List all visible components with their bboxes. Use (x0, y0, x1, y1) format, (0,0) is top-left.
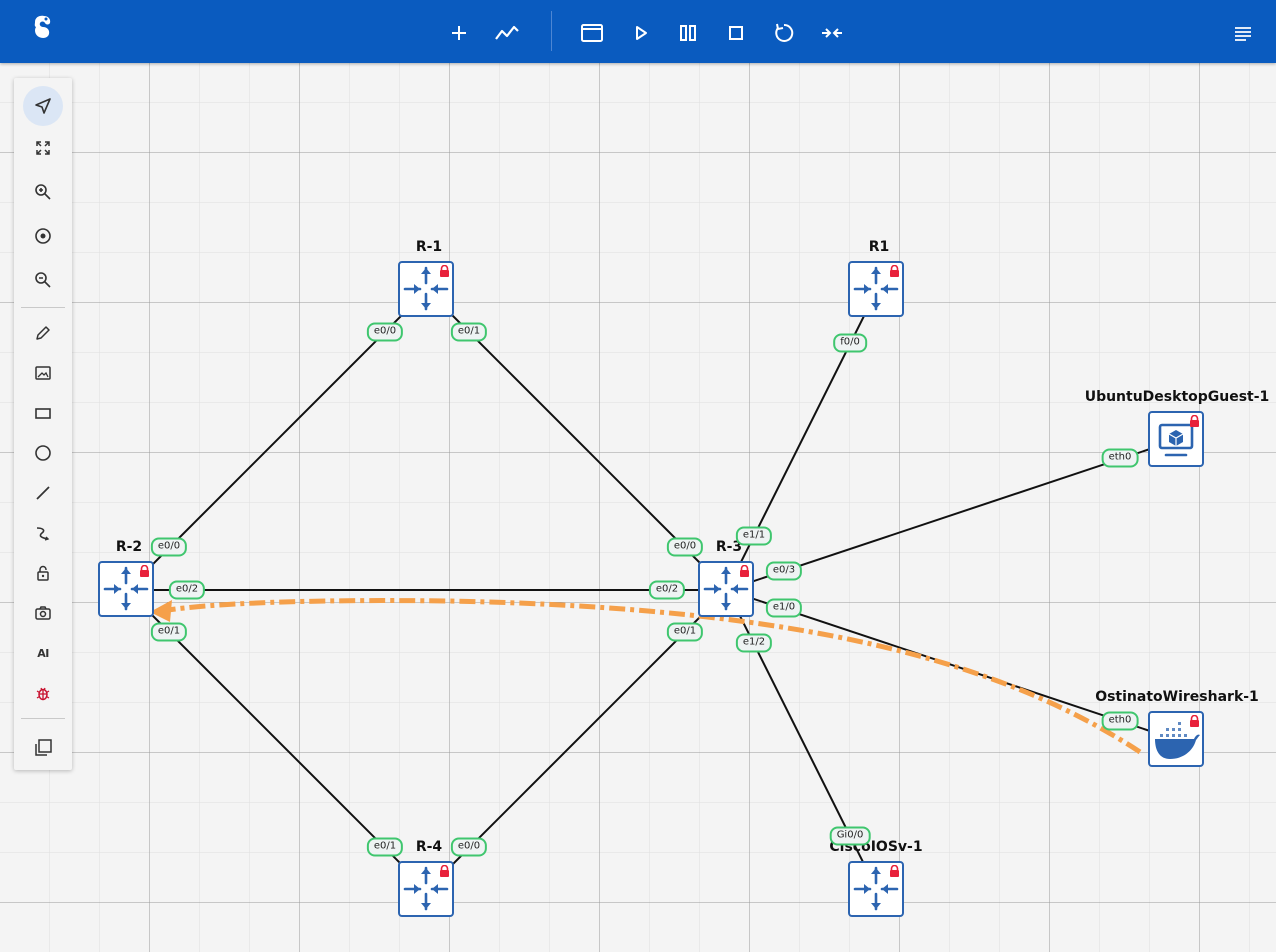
curve-tool-button[interactable] (23, 513, 63, 553)
port-label[interactable]: e0/2 (648, 580, 686, 600)
fit-screen-icon (36, 141, 50, 155)
center-view-button[interactable] (23, 216, 63, 256)
menu-button[interactable] (1225, 14, 1261, 52)
port-label[interactable]: eth0 (1101, 448, 1139, 468)
draw-icon (36, 326, 50, 340)
reload-button[interactable] (766, 14, 802, 52)
reload-icon (775, 23, 794, 42)
zoom-in-button[interactable] (23, 172, 63, 212)
vm-node[interactable] (1148, 411, 1204, 467)
router-node[interactable] (398, 861, 454, 917)
collapse-button[interactable] (814, 14, 850, 52)
line-tool-button[interactable] (23, 473, 63, 513)
select-icon (35, 98, 51, 114)
ellipse-tool-button[interactable] (23, 433, 63, 473)
sidebar-divider (21, 718, 65, 719)
screenshot-icon (35, 606, 51, 620)
node-label: OstinatoWireshark-1 (1095, 689, 1259, 705)
menu-icon (1235, 27, 1251, 41)
lock-icon (440, 865, 449, 877)
port-label[interactable]: e0/3 (765, 561, 803, 581)
port-label[interactable]: e1/2 (735, 633, 773, 653)
ai-assistant-button[interactable]: AI (23, 633, 63, 673)
curve-icon (36, 527, 50, 541)
console-icon (581, 24, 603, 42)
node-label: R-4 (415, 839, 443, 855)
lock-icon (740, 565, 749, 577)
add-node-button[interactable] (441, 14, 477, 52)
port-label[interactable]: eth0 (1101, 711, 1139, 731)
zoom-in-icon (35, 184, 51, 200)
center-icon (35, 228, 51, 244)
show-links-icon (495, 25, 519, 40)
layers-button[interactable] (23, 728, 63, 768)
lock-icon (37, 565, 49, 581)
rectangle-icon (35, 408, 51, 419)
start-button[interactable] (623, 14, 659, 52)
node-label: UbuntuDesktopGuest-1 (1084, 389, 1270, 405)
fit-screen-button[interactable] (23, 128, 63, 168)
lock-icon (140, 565, 149, 577)
lock-all-button[interactable] (23, 553, 63, 593)
zoom-out-icon (35, 272, 51, 288)
node-label: R1 (868, 239, 890, 255)
debug-icon (36, 687, 50, 701)
rectangle-tool-button[interactable] (23, 393, 63, 433)
port-label[interactable]: f0/0 (833, 333, 867, 353)
docker-node[interactable] (1148, 711, 1204, 767)
lock-icon (890, 865, 899, 877)
router-node[interactable] (848, 861, 904, 917)
lock-icon (1190, 715, 1199, 727)
sidebar-divider (21, 307, 65, 308)
router-node[interactable] (698, 561, 754, 617)
suspend-button[interactable] (670, 14, 706, 52)
show-links-button[interactable] (489, 14, 525, 52)
router-node[interactable] (848, 261, 904, 317)
collapse-icon (822, 28, 842, 38)
logo-icon[interactable] (24, 8, 60, 46)
ai-icon: AI (37, 646, 49, 660)
node-label: R-1 (415, 239, 443, 255)
port-label[interactable]: e0/1 (666, 622, 704, 642)
port-label[interactable]: e1/0 (765, 598, 803, 618)
zoom-out-button[interactable] (23, 260, 63, 300)
select-tool-button[interactable] (23, 86, 63, 126)
port-label[interactable]: e0/1 (366, 837, 404, 857)
top-toolbar (0, 0, 1276, 63)
node-label: R-2 (115, 539, 143, 555)
tools-sidebar: AI (14, 78, 72, 770)
port-label[interactable]: e0/0 (450, 837, 488, 857)
router-node[interactable] (98, 561, 154, 617)
draw-tool-button[interactable] (23, 313, 63, 353)
lock-icon (440, 265, 449, 277)
ellipse-icon (35, 445, 51, 461)
port-label[interactable]: e0/2 (168, 580, 206, 600)
debug-button[interactable] (23, 673, 63, 713)
suspend-icon (680, 25, 696, 41)
screenshot-button[interactable] (23, 593, 63, 633)
stop-button[interactable] (718, 14, 754, 52)
port-label[interactable]: e0/1 (150, 622, 188, 642)
stop-icon (729, 26, 743, 40)
router-node[interactable] (398, 261, 454, 317)
topology-canvas[interactable] (0, 63, 1276, 952)
port-label[interactable]: Gi0/0 (829, 826, 871, 846)
port-label[interactable]: e1/1 (735, 526, 773, 546)
image-tool-button[interactable] (23, 353, 63, 393)
add-node-icon (452, 26, 466, 40)
line-icon (36, 486, 50, 500)
lock-icon (1190, 415, 1199, 427)
console-button[interactable] (574, 14, 610, 52)
port-label[interactable]: e0/1 (450, 322, 488, 342)
start-icon (636, 26, 647, 40)
toolbar-divider (551, 11, 552, 51)
image-icon (35, 366, 51, 380)
port-label[interactable]: e0/0 (666, 537, 704, 557)
port-label[interactable]: e0/0 (366, 322, 404, 342)
lock-icon (890, 265, 899, 277)
layers-icon (35, 739, 52, 756)
port-label[interactable]: e0/0 (150, 537, 188, 557)
